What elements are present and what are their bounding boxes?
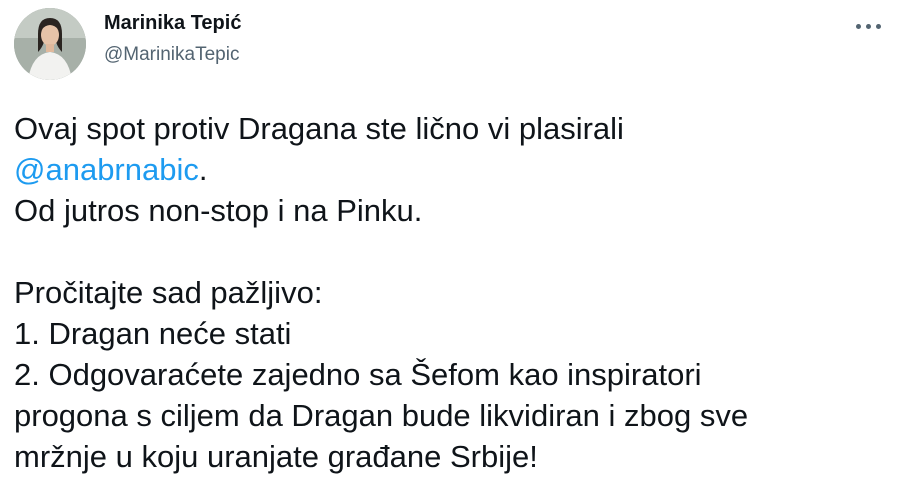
tweet-line: progona s ciljem da Dragan bude likvidir… xyxy=(14,398,749,433)
tweet-line: mržnje u koju uranjate građane Srbije! xyxy=(14,439,538,474)
tweet-text: Ovaj spot protiv Dragana ste lično vi pl… xyxy=(14,108,884,477)
more-dots-icon xyxy=(875,23,881,29)
user-info: Marinika Tepić @MarinikaTepic xyxy=(104,10,241,68)
mention-suffix: . xyxy=(198,152,208,187)
author-handle[interactable]: @MarinikaTepic xyxy=(104,42,241,68)
tweet-line: Od jutros non-stop i na Pinku. xyxy=(14,193,423,228)
more-options-button[interactable] xyxy=(848,12,888,40)
tweet-line: Ovaj spot protiv Dragana ste lično vi pl… xyxy=(14,111,624,146)
avatar[interactable] xyxy=(14,8,86,80)
more-dots-icon xyxy=(855,23,861,29)
mention-link[interactable]: @anabrnabic xyxy=(14,152,199,187)
tweet-card: Marinika Tepić @MarinikaTepic Ovaj spot … xyxy=(0,0,900,500)
tweet-line-mention: @anabrnabic. xyxy=(14,149,884,190)
avatar-image xyxy=(14,8,86,80)
tweet-line: Pročitajte sad pažljivo: xyxy=(14,275,323,310)
tweet-line: 2. Odgovaraćete zajedno sa Šefom kao ins… xyxy=(14,357,702,392)
more-dots-icon xyxy=(865,23,871,29)
tweet-line: 1. Dragan neće stati xyxy=(14,316,292,351)
author-display-name[interactable]: Marinika Tepić xyxy=(104,10,241,36)
